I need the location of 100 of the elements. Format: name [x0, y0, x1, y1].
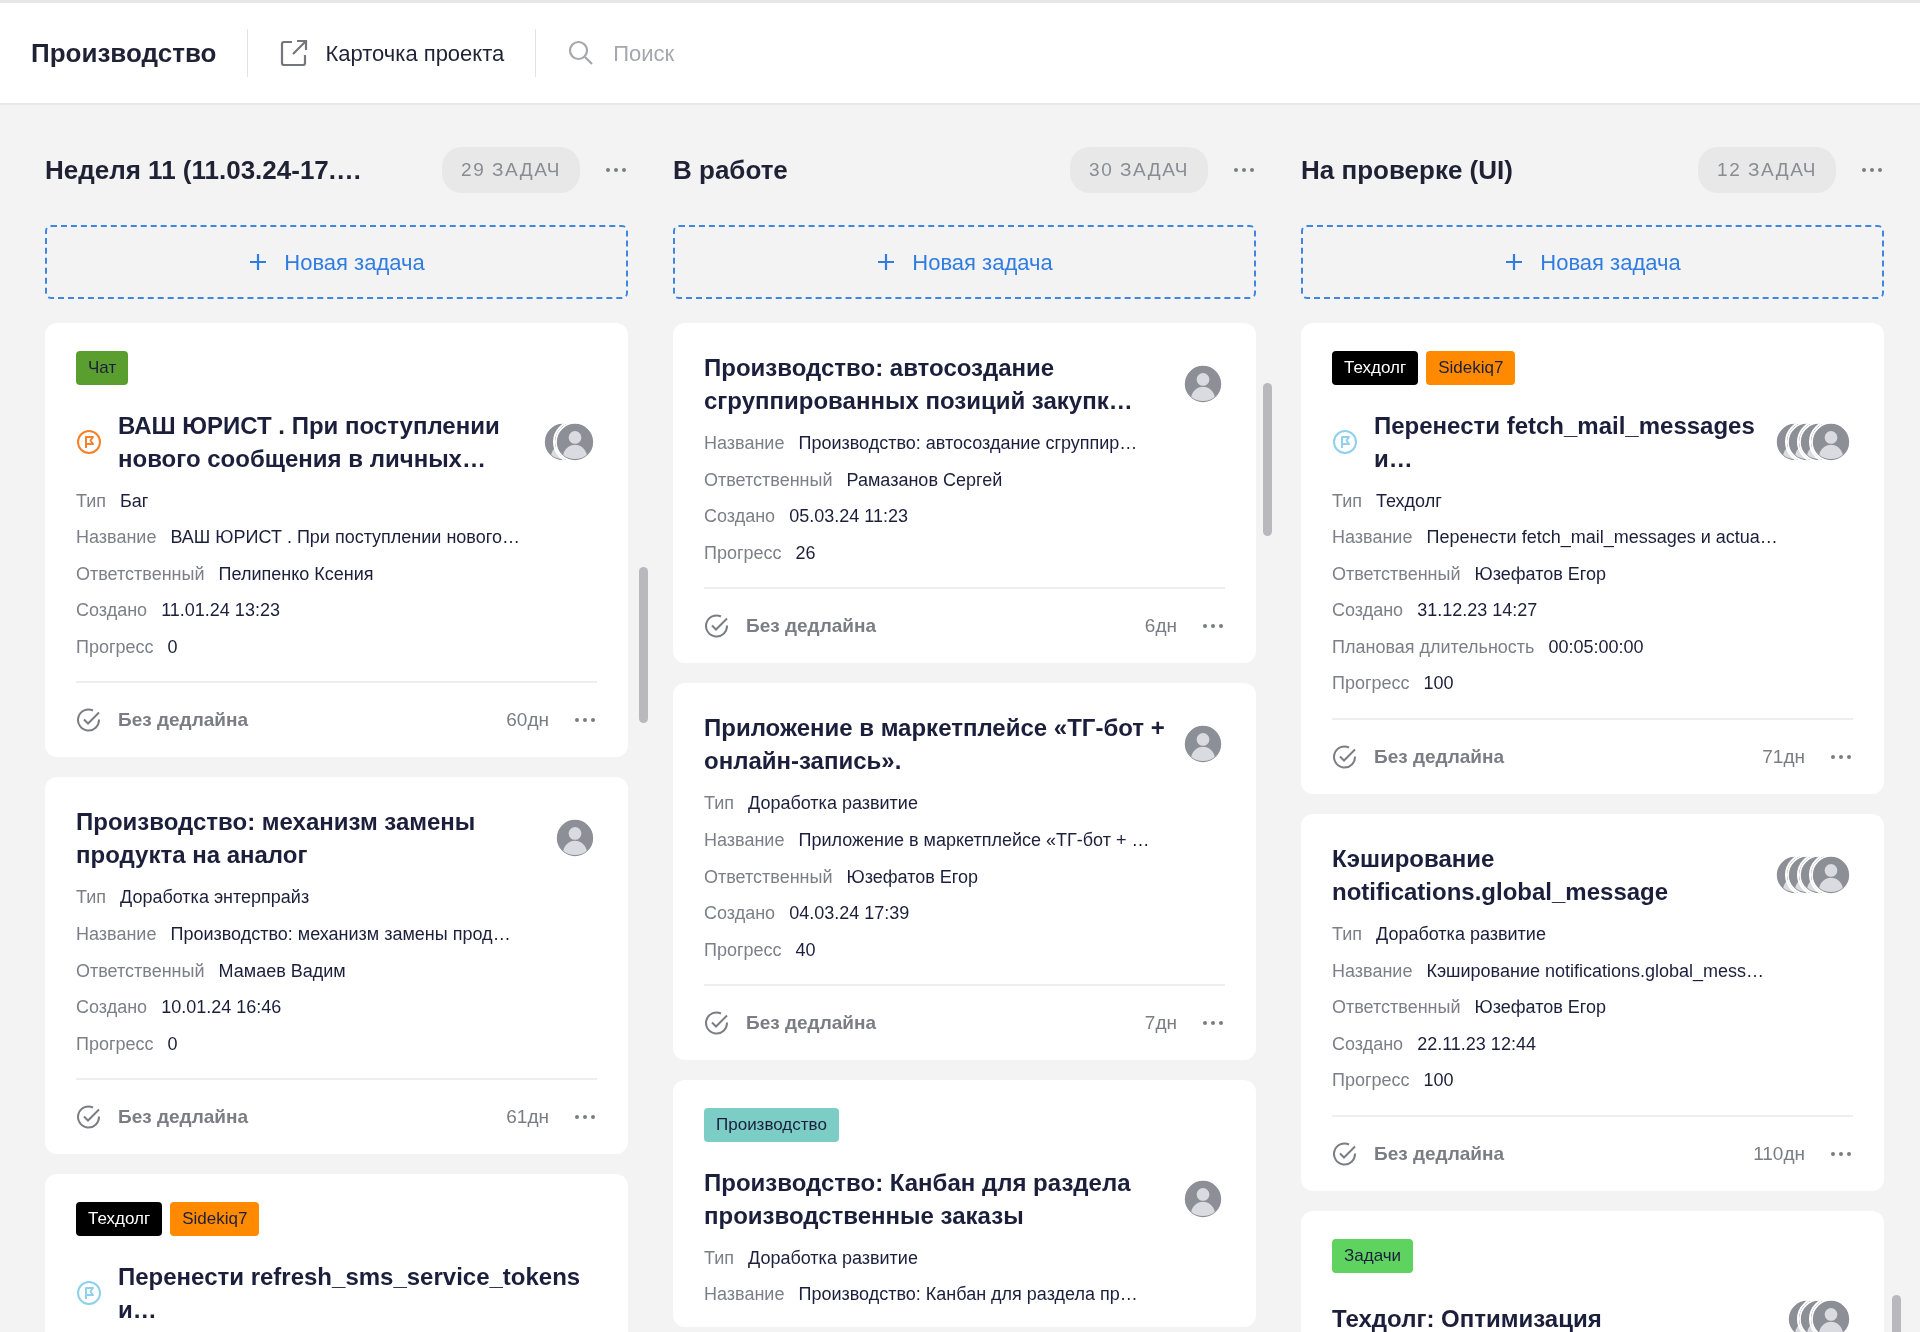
- field-value: 40: [795, 938, 816, 962]
- deadline-label: Без дедлайна: [746, 1011, 877, 1036]
- plus-icon: [876, 252, 897, 272]
- field-value: Перенести fetch_mail_messages и actua…: [1426, 526, 1778, 550]
- field-value: 05.03.24 11:23: [789, 505, 908, 529]
- avatar-icon: [1181, 362, 1225, 406]
- deadline-label: Без дедлайна: [746, 614, 877, 639]
- task-card[interactable]: Кэширование notifications.global_message Тип Доработка развитие Название Кэширование notifications.global_mess… Ответственный Юзефатов Егор Создано 22.11.23 12:44 Прогресс 100 Без дедлайна 110дн: [1301, 814, 1884, 1192]
- task-count: 30 ЗАДАЧ: [1070, 146, 1208, 194]
- page-title: Производство: [31, 36, 217, 70]
- plus-icon: [1504, 252, 1525, 272]
- field-value: Пелипенко Ксения: [218, 562, 374, 586]
- new-task-button[interactable]: Новая задача: [45, 225, 628, 299]
- search-field[interactable]: Поиск: [611, 35, 812, 71]
- field-value: 100: [1423, 1069, 1454, 1093]
- task-tag: Sidekiq7: [170, 1202, 260, 1236]
- task-tag: Техдолг: [1332, 351, 1419, 385]
- new-task-button[interactable]: Новая задача: [1301, 225, 1884, 299]
- field-value: ВАШ ЮРИСТ . При поступлении нового…: [170, 526, 520, 550]
- field-label: Создано: [704, 505, 776, 529]
- field-value: 22.11.23 12:44: [1417, 1032, 1536, 1056]
- field-value: 0: [167, 635, 178, 659]
- field-label: Прогресс: [76, 635, 154, 659]
- task-age: 61дн: [506, 1105, 549, 1130]
- check-circle-icon: [1332, 744, 1358, 771]
- task-card[interactable]: Чат ВАШ ЮРИСТ . При поступлении нового сообщения в личных… Тип Баг Название ВАШ ЮРИСТ . При поступлении нового… Ответственный Пелипенко Ксения Создано 11.01.24 13:23 Прогресс 0 Без дедлайна 60дн: [45, 323, 628, 758]
- check-circle-icon: [76, 1104, 102, 1131]
- task-card[interactable]: Производство: автосоздание сгруппированных позиций закупк… Название Производство: автосоздание сгруппир… Ответственный Рамазанов Сергей Создано 05.03.24 11:23 Прогресс 26 Без дедлайна 6дн: [673, 323, 1256, 664]
- task-age: 7дн: [1144, 1011, 1177, 1036]
- field-label: Тип: [704, 792, 734, 816]
- task-title: Приложение в маркетплейсе «ТГ-бот + онлайн-запись».: [704, 713, 1165, 777]
- project-card-link[interactable]: Карточка проекта: [279, 36, 505, 70]
- check-circle-icon: [704, 1010, 730, 1037]
- field-value: 00:05:00:00: [1548, 635, 1644, 659]
- field-value: Техдолг: [1376, 489, 1442, 513]
- field-value: 100: [1423, 672, 1454, 696]
- field-label: Прогресс: [704, 938, 782, 962]
- deadline-label: Без дедлайна: [118, 1105, 249, 1130]
- deadline-label: Без дедлайна: [118, 708, 249, 733]
- field-label: Создано: [1332, 599, 1404, 623]
- task-title: Производство: Канбан для раздела производственные заказы: [704, 1167, 1132, 1231]
- task-tag: Техдолг: [76, 1202, 163, 1236]
- task-card[interactable]: Техдолг Sidekiq7 Перенести refresh_sms_service_tokens и…: [45, 1174, 628, 1332]
- external-link-icon: [279, 38, 310, 68]
- field-value: Доработка энтерпрайз: [120, 886, 310, 910]
- field-label: Ответственный: [704, 468, 833, 492]
- field-label: Ответственный: [1332, 996, 1461, 1020]
- scrollbar-thumb[interactable]: [1263, 383, 1272, 536]
- task-title: Перенести fetch_mail_messages и…: [1374, 410, 1756, 474]
- field-value: Доработка развитие: [1376, 923, 1546, 947]
- field-label: Название: [1332, 526, 1413, 550]
- task-age: 71дн: [1762, 744, 1805, 769]
- task-title: Кэширование notifications.global_message: [1332, 844, 1670, 908]
- field-label: Ответственный: [76, 959, 205, 983]
- field-label: Название: [704, 432, 785, 455]
- check-circle-icon: [704, 613, 730, 640]
- task-card[interactable]: Задачи Техдолг: Оптимизация: [1301, 1211, 1884, 1332]
- task-title: Техдолг: Оптимизация: [1332, 1304, 1603, 1332]
- scrollbar-thumb[interactable]: [639, 567, 648, 723]
- field-value: 11.01.24 13:23: [161, 599, 280, 623]
- task-card[interactable]: Производство Производство: Канбан для раздела производственные заказы Тип Доработка развитие Название Производство: Канбан для раздела пр…: [673, 1080, 1256, 1328]
- field-label: Плановая длительность: [1332, 635, 1535, 659]
- column-title: В работе: [673, 153, 788, 187]
- task-age: 6дн: [1144, 614, 1177, 639]
- task-title: Производство: автосоздание сгруппированных позиций закупк…: [704, 353, 1134, 416]
- field-label: Название: [704, 1283, 785, 1307]
- field-value: Кэширование notifications.global_mess…: [1426, 959, 1765, 984]
- field-value: Производство: Канбан для раздела пр…: [798, 1283, 1138, 1307]
- field-value: Доработка развитие: [748, 1246, 918, 1270]
- field-value: Мамаев Вадим: [218, 959, 346, 983]
- check-circle-icon: [1332, 1141, 1358, 1168]
- field-value: Юзефатов Егор: [846, 865, 979, 889]
- task-card[interactable]: [1301, 323, 1884, 795]
- field-label: Тип: [1332, 923, 1362, 947]
- field-label: Прогресс: [76, 1032, 154, 1056]
- field-label: Название: [704, 828, 785, 852]
- field-label: Создано: [704, 902, 776, 926]
- field-value: 04.03.24 17:39: [789, 902, 910, 926]
- task-tag: Sidekiq7: [1426, 351, 1516, 385]
- field-label: Создано: [76, 996, 148, 1020]
- field-value: Рамазанов Сергей: [846, 468, 1003, 492]
- plus-icon: [248, 252, 269, 272]
- field-label: Тип: [1332, 489, 1362, 513]
- column-title: На проверке (UI): [1301, 153, 1513, 187]
- deadline-label: Без дедлайна: [1374, 744, 1505, 769]
- task-age: 60дн: [506, 708, 549, 733]
- field-label: Тип: [76, 489, 106, 513]
- field-value: 0: [167, 1032, 178, 1056]
- field-value: Юзефатов Егор: [1474, 996, 1607, 1020]
- task-tag: Производство: [704, 1108, 839, 1142]
- field-label: Ответственный: [1332, 562, 1461, 586]
- task-count: 29 ЗАДАЧ: [442, 146, 580, 194]
- field-label: Прогресс: [1332, 672, 1410, 696]
- field-value: 10.01.24 16:46: [161, 996, 282, 1020]
- deadline-label: Без дедлайна: [1374, 1141, 1505, 1166]
- task-card[interactable]: Производство: механизм замены продукта на аналог Тип Доработка энтерпрайз Название Производство: механизм замены прод… Ответственный Мамаев Вадим Создано 10.01.24 16:46 Прогресс 0 Без дедлайна 61дн: [45, 777, 628, 1155]
- field-value: Производство: механизм замены прод…: [170, 923, 511, 947]
- field-label: Тип: [704, 1246, 734, 1270]
- task-card[interactable]: [673, 683, 1256, 1061]
- new-task-button[interactable]: Новая задача: [673, 225, 1256, 299]
